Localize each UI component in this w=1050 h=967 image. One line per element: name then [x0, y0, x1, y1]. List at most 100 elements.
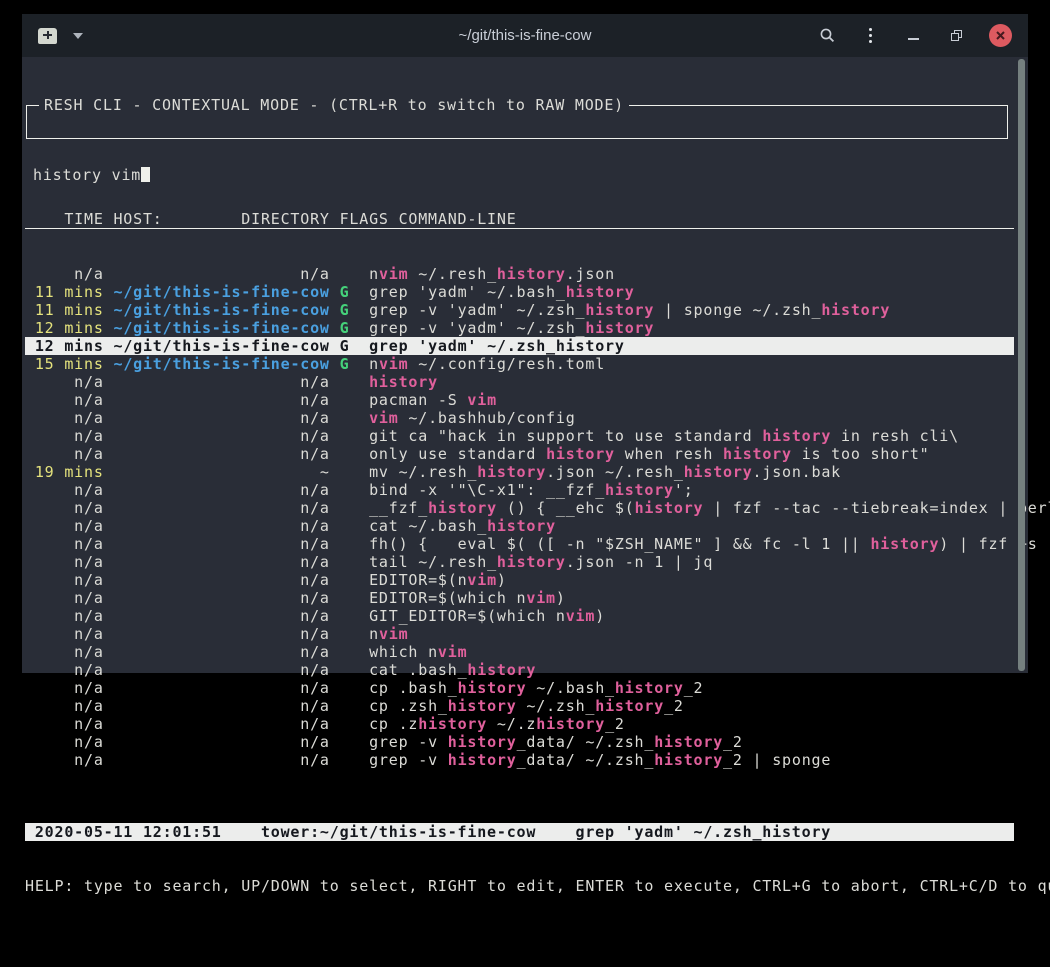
match-highlight: vim [369, 409, 399, 427]
history-row[interactable]: n/a n/a only use standard history when r… [25, 445, 1014, 463]
row-flags [330, 463, 369, 481]
search-icon[interactable] [817, 25, 837, 47]
row-directory: ~ [104, 463, 330, 481]
search-input[interactable]: history vim [27, 160, 1007, 184]
history-row[interactable]: n/a n/a cp .zhistory ~/.zhistory_2 [25, 715, 1014, 733]
menu-kebab-icon[interactable] [860, 25, 880, 47]
row-flags [330, 571, 369, 589]
row-time: n/a [25, 265, 104, 283]
row-command: tail ~/.resh_history.json -n 1 | jq [369, 553, 713, 571]
row-command: grep 'yadm' ~/.zsh_history [369, 337, 625, 355]
match-highlight: history [762, 427, 831, 445]
restore-button[interactable] [946, 25, 966, 47]
history-row-selected[interactable]: 12 mins ~/git/this-is-fine-cow G grep 'y… [25, 337, 1014, 355]
history-row[interactable]: n/a n/a grep -v history_data/ ~/.zsh_his… [25, 733, 1014, 751]
row-time: 12 mins [25, 337, 104, 355]
history-row[interactable]: n/a n/a bind -x '"\C-x1": __fzf_history'… [25, 481, 1014, 499]
history-row[interactable]: n/a n/a cat ~/.bash_history [25, 517, 1014, 535]
match-highlight: vim [438, 643, 468, 661]
match-highlight: vim [379, 265, 409, 283]
row-command: vim ~/.bashhub/config [369, 409, 575, 427]
history-row[interactable]: n/a n/a GIT_EDITOR=$(which nvim) [25, 607, 1014, 625]
row-flags [330, 499, 369, 517]
match-highlight: history [684, 463, 753, 481]
row-flags [330, 535, 369, 553]
history-row[interactable]: n/a n/a cp .bash_history ~/.bash_history… [25, 679, 1014, 697]
row-time: 11 mins [25, 283, 104, 301]
match-highlight: vim [379, 355, 409, 373]
row-command: grep -v history_data/ ~/.zsh_history_2 [369, 733, 743, 751]
row-directory: n/a [104, 571, 330, 589]
titlebar: ~/git/this-is-fine-cow [22, 14, 1028, 57]
row-command: cp .zhistory ~/.zhistory_2 [369, 715, 625, 733]
row-command: which nvim [369, 643, 467, 661]
match-highlight: history [821, 301, 890, 319]
row-time: n/a [25, 481, 104, 499]
new-tab-icon[interactable] [38, 28, 57, 44]
history-row[interactable]: n/a n/a pacman -S vim [25, 391, 1014, 409]
row-directory: n/a [104, 427, 330, 445]
row-command: history [369, 373, 438, 391]
history-row[interactable]: n/a n/a grep -v history_data/ ~/.zsh_his… [25, 751, 1014, 769]
history-row[interactable]: n/a n/a __fzf_history () { __ehc $(histo… [25, 499, 1014, 517]
row-flags [330, 589, 369, 607]
chevron-down-icon[interactable] [73, 33, 83, 39]
row-flags [330, 409, 369, 427]
match-highlight: vim [379, 625, 409, 643]
history-row[interactable]: n/a n/a cp .zsh_history ~/.zsh_history_2 [25, 697, 1014, 715]
row-time: n/a [25, 499, 104, 517]
match-highlight: history [654, 733, 723, 751]
row-command: pacman -S vim [369, 391, 497, 409]
history-row[interactable]: n/a n/a nvim ~/.resh_history.json [25, 265, 1014, 283]
match-highlight: history [870, 535, 939, 553]
row-command: git ca "hack in support to use standard … [369, 427, 959, 445]
resh-search-box: RESH CLI - CONTEXTUAL MODE - (CTRL+R to … [26, 105, 1008, 139]
row-command: cp .zsh_history ~/.zsh_history_2 [369, 697, 684, 715]
row-directory: n/a [104, 751, 330, 769]
row-time: n/a [25, 553, 104, 571]
history-row[interactable]: 11 mins ~/git/this-is-fine-cow G grep 'y… [25, 283, 1014, 301]
history-row[interactable]: 15 mins ~/git/this-is-fine-cow G nvim ~/… [25, 355, 1014, 373]
row-flags [330, 751, 369, 769]
row-time: n/a [25, 733, 104, 751]
row-command: nvim [369, 625, 408, 643]
row-command: __fzf_history () { __ehc $(history | fzf… [369, 499, 1050, 517]
terminal-window: ~/git/this-is-fine-cow RESH CLI - CONTEX… [22, 14, 1028, 673]
match-highlight: history [497, 265, 566, 283]
row-directory: n/a [104, 715, 330, 733]
match-highlight: history [654, 751, 723, 769]
close-button[interactable] [989, 24, 1012, 47]
row-flags [330, 445, 369, 463]
history-row[interactable]: 11 mins ~/git/this-is-fine-cow G grep -v… [25, 301, 1014, 319]
history-row[interactable]: n/a n/a EDITOR=$(nvim) [25, 571, 1014, 589]
history-row[interactable]: n/a n/a cat .bash_history [25, 661, 1014, 679]
history-row[interactable]: 19 mins ~ mv ~/.resh_history.json ~/.res… [25, 463, 1014, 481]
minimize-button[interactable] [903, 25, 923, 47]
row-flags [330, 517, 369, 535]
history-row[interactable]: n/a n/a nvim [25, 625, 1014, 643]
scrollbar[interactable] [1018, 59, 1025, 671]
row-flags [330, 715, 369, 733]
row-time: n/a [25, 571, 104, 589]
row-flags: G [330, 283, 369, 301]
history-row[interactable]: n/a n/a vim ~/.bashhub/config [25, 409, 1014, 427]
match-highlight: history [566, 283, 635, 301]
history-list: n/a n/a nvim ~/.resh_history.json 11 min… [25, 265, 1014, 769]
history-row[interactable]: n/a n/a history [25, 373, 1014, 391]
row-command: grep -v 'yadm' ~/.zsh_history [369, 319, 654, 337]
history-row[interactable]: n/a n/a which nvim [25, 643, 1014, 661]
row-directory: ~/git/this-is-fine-cow [104, 355, 330, 373]
history-row[interactable]: 12 mins ~/git/this-is-fine-cow G grep -v… [25, 319, 1014, 337]
row-time: n/a [25, 391, 104, 409]
match-highlight: history [467, 661, 536, 679]
history-row[interactable]: n/a n/a fh() { eval $( ([ -n "$ZSH_NAME"… [25, 535, 1014, 553]
history-row[interactable]: n/a n/a git ca "hack in support to use s… [25, 427, 1014, 445]
row-directory: ~/git/this-is-fine-cow [104, 337, 330, 355]
row-directory: n/a [104, 265, 330, 283]
row-command: GIT_EDITOR=$(which nvim) [369, 607, 605, 625]
match-highlight: vim [526, 589, 556, 607]
history-row[interactable]: n/a n/a tail ~/.resh_history.json -n 1 |… [25, 553, 1014, 571]
history-row[interactable]: n/a n/a EDITOR=$(which nvim) [25, 589, 1014, 607]
row-directory: n/a [104, 391, 330, 409]
row-directory: n/a [104, 661, 330, 679]
